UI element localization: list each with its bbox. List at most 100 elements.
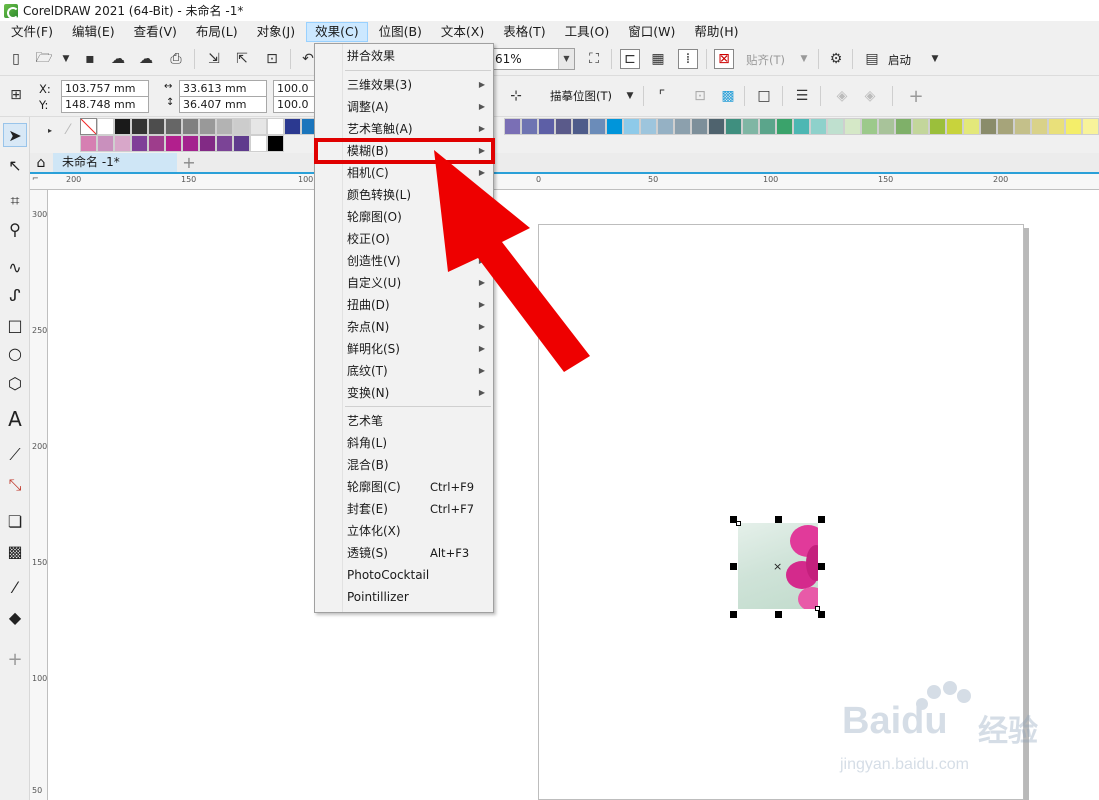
menu-help[interactable]: 帮助(H): [686, 22, 746, 42]
y-position-field[interactable]: 148.748 mm: [61, 96, 149, 113]
color-swatch[interactable]: [844, 118, 861, 135]
cloud-download-icon[interactable]: ☁: [136, 49, 156, 69]
color-swatch[interactable]: [572, 118, 589, 135]
drop-shadow-tool-icon[interactable]: ❏: [3, 509, 27, 533]
zoom-level-combo[interactable]: 61% ▼: [490, 48, 575, 70]
resize-handle-n[interactable]: [775, 516, 782, 523]
options-gear-icon[interactable]: ⚙: [826, 49, 846, 69]
launch-dropdown-icon[interactable]: ▼: [925, 49, 945, 69]
menu-text[interactable]: 文本(X): [433, 22, 492, 42]
ruler-corner-icon[interactable]: ⌐: [32, 174, 39, 183]
publish-pdf-icon[interactable]: ⊡: [262, 49, 282, 69]
document-tab[interactable]: 未命名 -1*: [53, 153, 177, 172]
color-swatch[interactable]: [250, 118, 267, 135]
color-swatch[interactable]: [861, 118, 878, 135]
color-swatch[interactable]: [980, 118, 997, 135]
export-icon[interactable]: ⇱: [232, 49, 252, 69]
color-swatch[interactable]: [182, 118, 199, 135]
corner-node[interactable]: [815, 606, 820, 611]
connector-tool-icon[interactable]: ⤡: [3, 473, 27, 497]
resize-handle-se[interactable]: [818, 611, 825, 618]
transparency-tool-icon[interactable]: ▩: [3, 539, 27, 563]
menu-effects[interactable]: 效果(C): [306, 22, 368, 42]
color-swatch[interactable]: [233, 118, 250, 135]
rectangle-tool-icon[interactable]: □: [3, 313, 27, 337]
snap-off-icon[interactable]: ⊠: [714, 49, 734, 69]
interactive-fill-tool-icon[interactable]: ◆: [3, 605, 27, 629]
menu-item-23[interactable]: PhotoCocktail: [315, 564, 493, 586]
color-swatch[interactable]: [1048, 118, 1065, 135]
menu-view[interactable]: 查看(V): [126, 22, 185, 42]
color-swatch[interactable]: [674, 118, 691, 135]
color-swatch[interactable]: [640, 118, 657, 135]
resize-handle-w[interactable]: [730, 563, 737, 570]
menu-item-3[interactable]: 艺术笔触(A) ▶: [315, 118, 493, 140]
cloud-upload-icon[interactable]: ☁: [108, 49, 128, 69]
color-swatch[interactable]: [589, 118, 606, 135]
resample-icon[interactable]: ⊡: [690, 86, 710, 106]
color-eyedropper-tool-icon[interactable]: ⁄: [3, 575, 27, 599]
color-swatch[interactable]: [725, 118, 742, 135]
polygon-tool-icon[interactable]: ⬡: [3, 371, 27, 395]
vertical-ruler[interactable]: 300 250 200 150 100 50: [30, 190, 48, 800]
color-swatch[interactable]: [165, 118, 182, 135]
color-swatch[interactable]: [131, 118, 148, 135]
x-position-field[interactable]: 103.757 mm: [61, 80, 149, 97]
save-icon[interactable]: ▪: [80, 49, 100, 69]
launch-label[interactable]: 启动: [888, 52, 911, 68]
zoom-tool-icon[interactable]: ⚲: [3, 217, 27, 241]
menu-item-20[interactable]: 封套(E) Ctrl+F7: [315, 498, 493, 520]
parallel-dimension-tool-icon[interactable]: ⟋: [3, 443, 27, 467]
color-swatch[interactable]: [827, 118, 844, 135]
color-swatch[interactable]: [810, 118, 827, 135]
pick-tool-icon[interactable]: ➤: [3, 123, 27, 147]
color-swatch[interactable]: [148, 118, 165, 135]
color-swatch[interactable]: [759, 118, 776, 135]
menu-item-21[interactable]: 立体化(X): [315, 520, 493, 542]
snap-to-label[interactable]: 贴齐(T): [746, 52, 785, 68]
menu-item-1[interactable]: 三维效果(3) ▶: [315, 74, 493, 96]
menu-item-17[interactable]: 斜角(L): [315, 432, 493, 454]
color-swatch[interactable]: [165, 135, 182, 152]
full-screen-icon[interactable]: ⛶: [584, 49, 604, 69]
no-color-swatch[interactable]: [80, 118, 97, 135]
color-swatch[interactable]: [1031, 118, 1048, 135]
color-swatch[interactable]: [946, 118, 963, 135]
color-swatch[interactable]: [606, 118, 623, 135]
show-rulers-icon[interactable]: ⊏: [620, 49, 640, 69]
color-swatch[interactable]: [267, 135, 284, 152]
color-swatch[interactable]: [521, 118, 538, 135]
bitmap-mask-icon[interactable]: ▩: [718, 86, 738, 106]
menu-layout[interactable]: 布局(L): [188, 22, 246, 42]
color-swatch[interactable]: [1082, 118, 1099, 135]
color-swatch[interactable]: [963, 118, 980, 135]
edit-bitmap-icon[interactable]: ⌜: [652, 86, 672, 106]
menu-item-0[interactable]: 拼合效果: [315, 45, 493, 67]
color-swatch[interactable]: [97, 118, 114, 135]
color-swatch[interactable]: [233, 135, 250, 152]
menu-item-19[interactable]: 轮廓图(C) Ctrl+F9: [315, 476, 493, 498]
color-swatch[interactable]: [708, 118, 725, 135]
frame-icon[interactable]: □: [754, 86, 774, 106]
color-swatch[interactable]: [97, 135, 114, 152]
color-swatch[interactable]: [80, 135, 97, 152]
launch-icon[interactable]: ▤: [862, 49, 882, 69]
color-swatch[interactable]: [250, 135, 267, 152]
open-folder-icon[interactable]: 🗁: [34, 49, 54, 69]
color-swatch[interactable]: [895, 118, 912, 135]
menu-bitmap[interactable]: 位图(B): [371, 22, 430, 42]
resize-handle-s[interactable]: [775, 611, 782, 618]
color-swatch[interactable]: [691, 118, 708, 135]
color-swatch[interactable]: [623, 118, 640, 135]
color-swatch[interactable]: [555, 118, 572, 135]
wrap-text-icon[interactable]: ☰: [792, 86, 812, 106]
color-swatch[interactable]: [912, 118, 929, 135]
corner-node[interactable]: [736, 521, 741, 526]
color-swatch[interactable]: [284, 118, 301, 135]
resize-handle-ne[interactable]: [818, 516, 825, 523]
color-swatch[interactable]: [114, 118, 131, 135]
color-swatch[interactable]: [929, 118, 946, 135]
menu-table[interactable]: 表格(T): [495, 22, 553, 42]
add-tab-button[interactable]: +: [180, 153, 198, 172]
import-icon[interactable]: ⇲: [204, 49, 224, 69]
